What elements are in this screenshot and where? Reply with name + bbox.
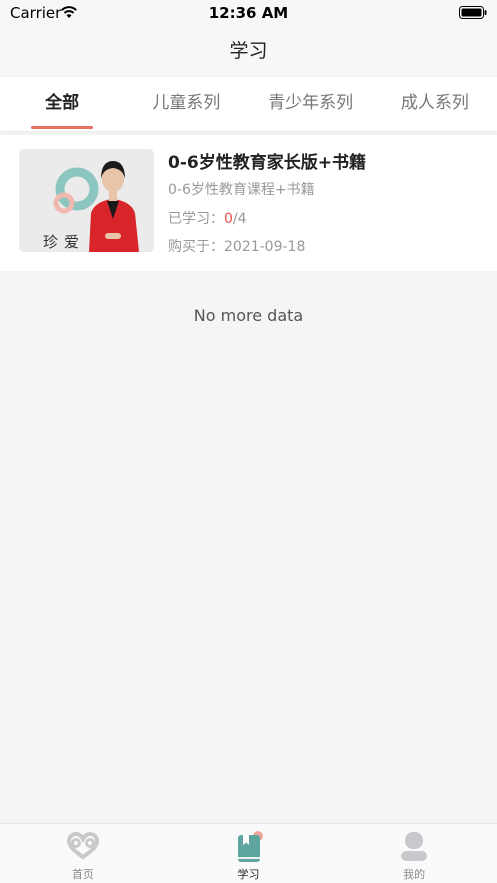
progress-done-count: 0 (224, 211, 233, 227)
tab-adult-series[interactable]: 成人系列 (373, 77, 497, 131)
course-title: 0-6岁性教育家长版+书籍 (168, 153, 366, 173)
tabbar-label: 首页 (71, 868, 94, 881)
bottom-tab-bar: 首页 学习 我的 (0, 823, 497, 883)
user-icon (401, 832, 428, 861)
purchase-label: 购买于： (168, 239, 224, 255)
tab-children-series[interactable]: 儿童系列 (124, 77, 248, 131)
book-icon (237, 831, 263, 862)
tab-label: 全部 (45, 93, 80, 113)
active-tab-indicator (31, 126, 94, 129)
purchase-date: 2021-09-18 (224, 239, 306, 255)
status-bar: Carrier 12:36 AM (0, 0, 497, 28)
battery-icon (459, 6, 487, 19)
heart-loop-icon (66, 831, 99, 860)
tab-label: 儿童系列 (152, 93, 221, 113)
tabbar-label: 学习 (237, 868, 260, 881)
presenter-image (19, 149, 154, 252)
list-end-message: No more data (193, 306, 304, 325)
purchase-info: 购买于：2021-09-18 (168, 236, 305, 256)
status-time: 12:36 AM (208, 4, 289, 22)
thumbnail-brand-text: 珍爱 (43, 233, 86, 251)
navigation-bar: 学习 (0, 28, 497, 76)
course-progress: 已学习：0/4 (168, 208, 247, 228)
tab-all[interactable]: 全部 (0, 77, 124, 131)
tab-label: 青少年系列 (268, 93, 354, 113)
tabbar-home[interactable]: 首页 (0, 824, 166, 883)
course-thumbnail: 珍爱 (19, 149, 154, 252)
tabbar-study[interactable]: 学习 (166, 824, 332, 883)
tab-teen-series[interactable]: 青少年系列 (249, 77, 373, 131)
tab-label: 成人系列 (400, 93, 469, 113)
course-list-item[interactable]: 珍爱 0-6岁性教育家长版+书籍 0-6岁性教育课程+书籍 已学习：0/4 购买… (0, 135, 497, 271)
tabbar-mine[interactable]: 我的 (331, 824, 497, 883)
course-subtitle: 0-6岁性教育课程+书籍 (168, 182, 315, 198)
progress-label: 已学习： (168, 211, 224, 227)
progress-total-count: /4 (232, 211, 247, 227)
category-tabs: 全部 儿童系列 青少年系列 成人系列 (0, 77, 497, 131)
tabbar-label: 我的 (403, 868, 426, 881)
page-title: 学习 (229, 40, 268, 62)
